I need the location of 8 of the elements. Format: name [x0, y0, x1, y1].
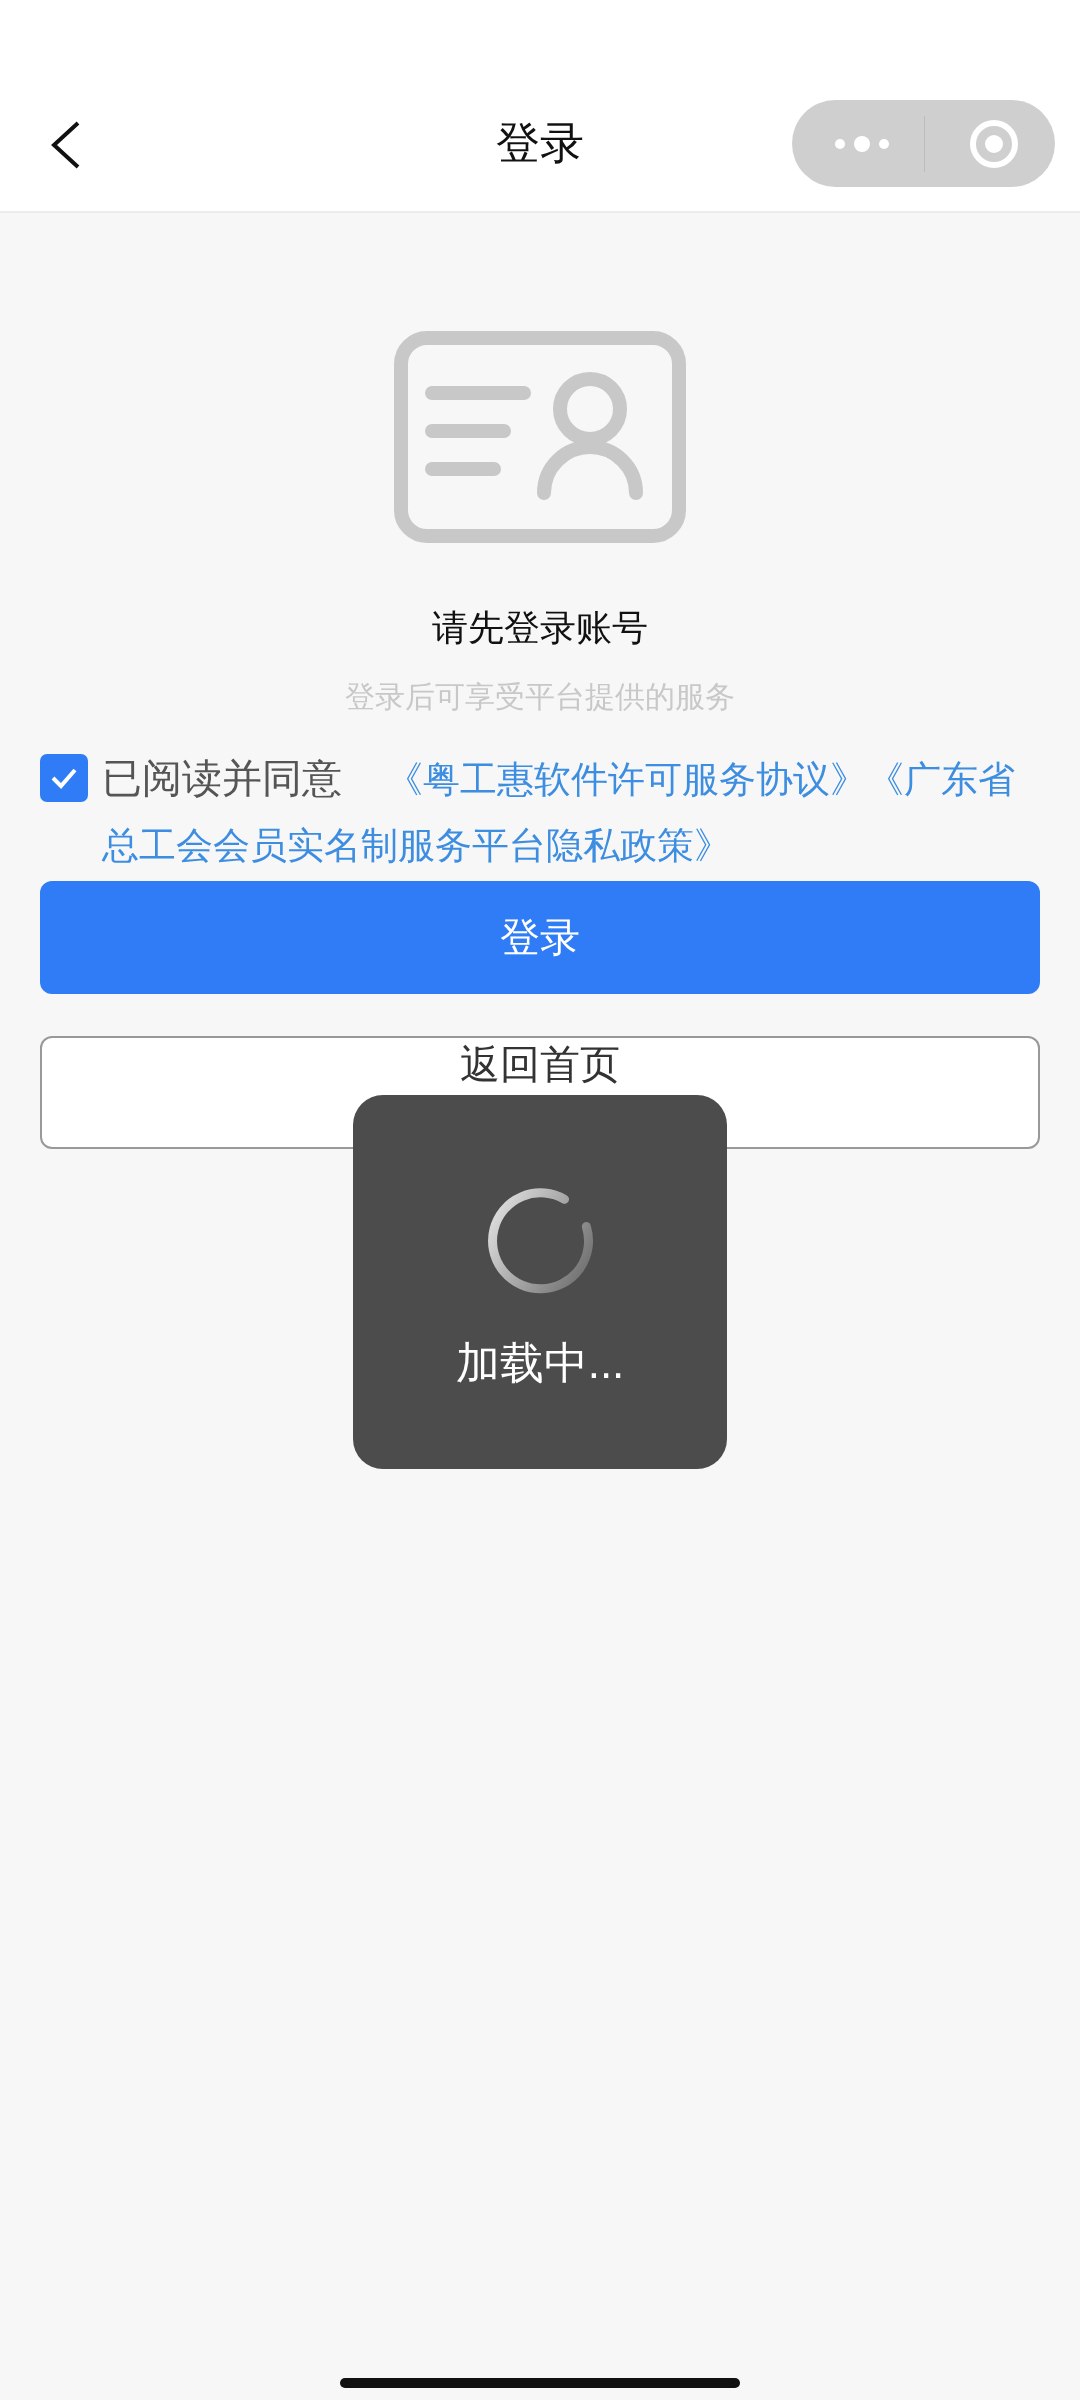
- page-title: 登录: [496, 117, 584, 169]
- login-prompt-title: 请先登录账号: [431, 606, 649, 650]
- id-card-icon: [394, 331, 686, 543]
- agreement-checkbox[interactable]: [40, 754, 88, 802]
- agreement-text: 已阅读并同意 《粤工惠软件许可服务协议》《广东省总工会会员实名制服务平台隐私政策》: [102, 755, 1016, 868]
- login-button[interactable]: 登录: [40, 881, 1040, 994]
- loading-text: 加载中...: [455, 1337, 625, 1389]
- check-icon: [49, 766, 79, 790]
